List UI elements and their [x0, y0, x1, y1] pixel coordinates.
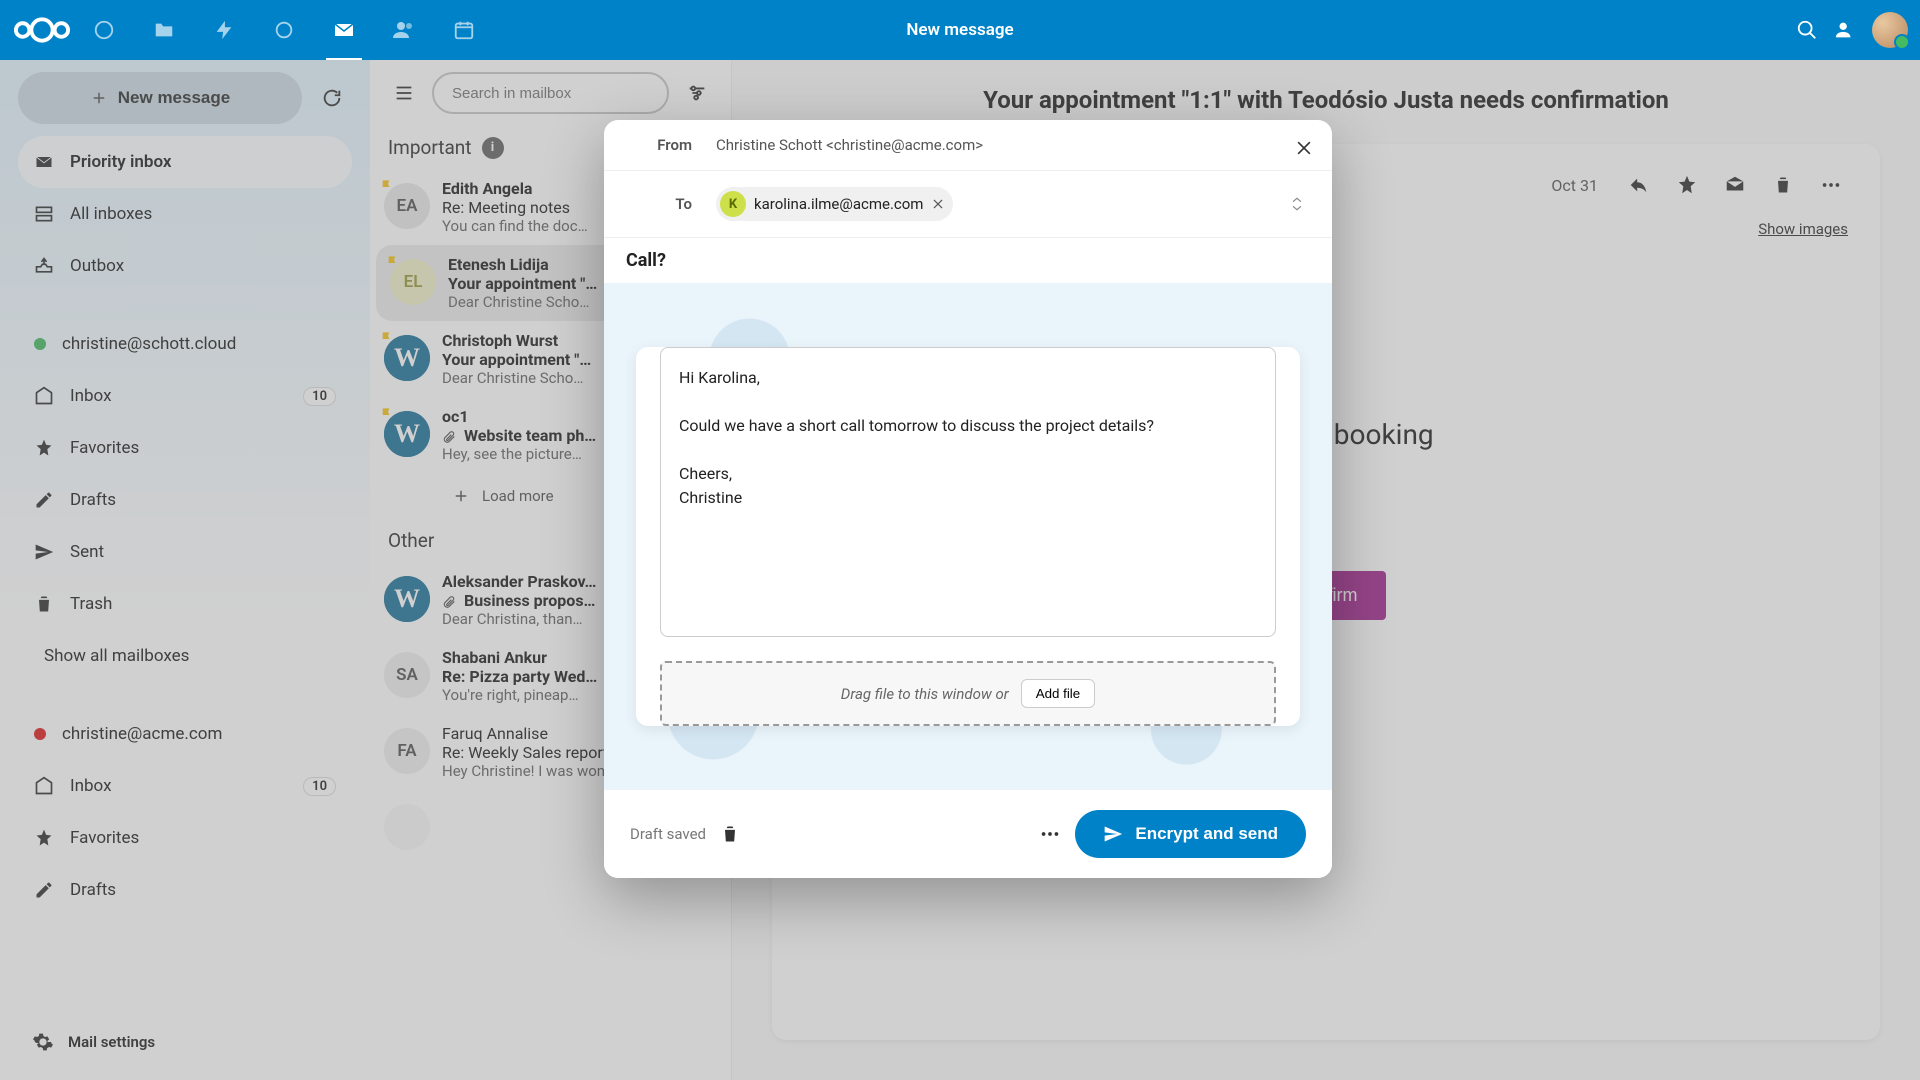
close-button[interactable]: [1294, 138, 1314, 158]
talk-app-icon[interactable]: [256, 0, 312, 60]
to-row[interactable]: To K karolina.ilme@acme.com: [604, 171, 1332, 238]
app-body: New message Priority inbox All inboxes O…: [0, 60, 1920, 1080]
send-button[interactable]: Encrypt and send: [1075, 810, 1306, 858]
mail-app-icon[interactable]: [316, 0, 372, 60]
recipient-email: karolina.ilme@acme.com: [754, 195, 923, 213]
user-avatar[interactable]: [1872, 12, 1908, 48]
activity-app-icon[interactable]: [196, 0, 252, 60]
dashboard-app-icon[interactable]: [76, 0, 132, 60]
from-value[interactable]: Christine Schott <christine@acme.com>: [716, 136, 983, 154]
calendar-app-icon[interactable]: [436, 0, 492, 60]
expand-recipients-button[interactable]: [1290, 196, 1304, 212]
to-label: To: [632, 195, 692, 213]
recipient-avatar: K: [720, 191, 746, 217]
search-icon[interactable]: [1796, 19, 1818, 41]
subject-input[interactable]: Call?: [604, 238, 1332, 283]
nextcloud-logo[interactable]: [12, 0, 72, 60]
compose-area: Hi Karolina, Could we have a short call …: [604, 283, 1332, 790]
message-body-editor[interactable]: Hi Karolina, Could we have a short call …: [660, 347, 1276, 637]
discard-draft-button[interactable]: [720, 824, 740, 844]
send-label: Encrypt and send: [1135, 824, 1278, 844]
attachment-dropzone[interactable]: Drag file to this window or Add file: [660, 661, 1276, 726]
draft-status: Draft saved: [630, 825, 706, 843]
drop-hint: Drag file to this window or: [841, 685, 1009, 703]
from-row: From Christine Schott <christine@acme.co…: [604, 120, 1332, 171]
contacts-menu-icon[interactable]: [1834, 19, 1856, 41]
compose-modal: From Christine Schott <christine@acme.co…: [604, 120, 1332, 878]
editor-paper: Hi Karolina, Could we have a short call …: [636, 347, 1300, 726]
send-icon: [1103, 824, 1123, 844]
compose-footer: Draft saved Encrypt and send: [604, 790, 1332, 878]
app-switcher: [76, 0, 492, 60]
remove-recipient-icon[interactable]: [931, 197, 945, 211]
files-app-icon[interactable]: [136, 0, 192, 60]
more-options-button[interactable]: [1039, 823, 1061, 845]
from-label: From: [632, 136, 692, 154]
add-file-button[interactable]: Add file: [1021, 679, 1095, 708]
top-bar: New message: [0, 0, 1920, 60]
recipient-chip[interactable]: K karolina.ilme@acme.com: [716, 187, 953, 221]
contacts-app-icon[interactable]: [376, 0, 432, 60]
